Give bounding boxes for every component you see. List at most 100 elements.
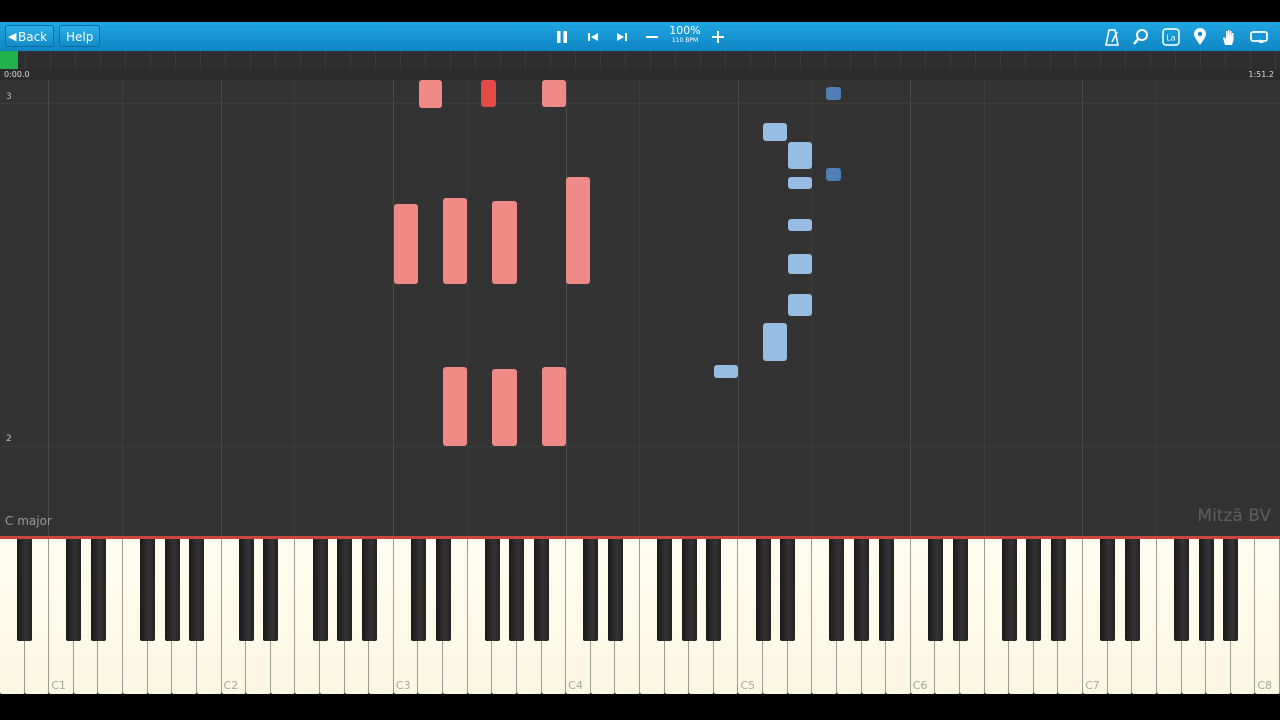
- skip-forward-button[interactable]: [613, 22, 631, 51]
- skip-forward-icon: [617, 32, 627, 41]
- measure-line: [0, 103, 1280, 104]
- octave-gridline: [393, 80, 394, 536]
- zoom-readout: 100% 110 BPM: [668, 25, 702, 45]
- note-left-hand: [788, 142, 812, 169]
- metronome-icon: [1105, 28, 1119, 46]
- octave-label: C8: [1257, 679, 1273, 692]
- help-label: Help: [66, 30, 94, 44]
- octave-label: C6: [912, 679, 928, 692]
- piano-black-key[interactable]: [140, 539, 156, 641]
- octave-gridline: [1082, 80, 1083, 536]
- piano-black-key[interactable]: [1001, 539, 1017, 641]
- piano-black-key[interactable]: [927, 539, 943, 641]
- octave-label: C1: [51, 679, 66, 692]
- watermark-text: Mitză BV: [1197, 506, 1271, 526]
- loop-icon: [1250, 30, 1268, 43]
- piano-black-key[interactable]: [1026, 539, 1042, 641]
- piano-black-key[interactable]: [681, 539, 697, 641]
- piano-black-key[interactable]: [706, 539, 722, 641]
- piano-black-key[interactable]: [1124, 539, 1140, 641]
- piano-black-key[interactable]: [1198, 539, 1214, 641]
- octave-label: C5: [740, 679, 756, 692]
- zoom-in-button[interactable]: [709, 22, 727, 51]
- back-label: Back: [18, 30, 48, 44]
- piano-keyboard[interactable]: C1 C2 C3 C4 C5 C6 C7 C8: [0, 536, 1280, 694]
- octave-gridline: [221, 80, 222, 536]
- piano-black-key[interactable]: [829, 539, 845, 641]
- gridline: [294, 80, 295, 536]
- note-right-hand: [481, 80, 496, 107]
- piano-black-key[interactable]: [657, 539, 673, 641]
- back-button[interactable]: ◀ Back: [5, 25, 55, 47]
- piano-black-key[interactable]: [337, 539, 353, 641]
- piano-black-key[interactable]: [17, 539, 33, 641]
- piano-white-key[interactable]: C8: [1255, 539, 1280, 694]
- piano-black-key[interactable]: [164, 539, 180, 641]
- piano-black-key[interactable]: [90, 539, 106, 641]
- note-left-hand: [826, 87, 841, 100]
- timeline-ruler: [0, 51, 1280, 69]
- piano-black-key[interactable]: [952, 539, 968, 641]
- help-button[interactable]: Help: [59, 25, 101, 47]
- piano-black-key[interactable]: [238, 539, 254, 641]
- search-button[interactable]: [1131, 22, 1151, 51]
- key-signature-label: C major: [5, 514, 52, 528]
- note-left-hand: [788, 177, 812, 189]
- piano-black-key[interactable]: [509, 539, 525, 641]
- loop-button[interactable]: [1248, 22, 1270, 51]
- pause-button[interactable]: [552, 22, 572, 51]
- octave-gridline: [566, 80, 567, 536]
- piano-black-key[interactable]: [1100, 539, 1116, 641]
- gridline: [467, 80, 468, 536]
- octave-label: C2: [223, 679, 239, 692]
- timeline-scrubber[interactable]: 0:00.0 1:51.2: [0, 51, 1280, 80]
- piano-black-key[interactable]: [263, 539, 279, 641]
- note-labels-button[interactable]: La: [1161, 22, 1181, 51]
- skip-back-button[interactable]: [584, 22, 602, 51]
- piano-black-key[interactable]: [312, 539, 328, 641]
- piano-black-key[interactable]: [534, 539, 550, 641]
- piano-black-key[interactable]: [410, 539, 426, 641]
- piano-black-key[interactable]: [780, 539, 796, 641]
- note-label-icon: La: [1162, 27, 1180, 46]
- piano-black-key[interactable]: [66, 539, 82, 641]
- octave-label: C3: [395, 679, 411, 692]
- pause-icon: [557, 30, 567, 43]
- gridline: [984, 80, 985, 536]
- piano-black-key[interactable]: [435, 539, 451, 641]
- octave-label: C7: [1085, 679, 1100, 692]
- toolbar: ◀ Back Help 100% 110 BPM La: [0, 22, 1280, 51]
- marker-button[interactable]: [1191, 22, 1209, 51]
- piano-black-key[interactable]: [1174, 539, 1190, 641]
- piano-black-key[interactable]: [361, 539, 377, 641]
- minus-icon: [646, 35, 658, 38]
- piano-black-key[interactable]: [484, 539, 500, 641]
- hand-button[interactable]: [1219, 22, 1239, 51]
- octave-label: C4: [568, 679, 583, 692]
- falling-notes-area: 3 2 C major Mitză BV: [0, 80, 1280, 536]
- total-time: 1:51.2: [1248, 70, 1274, 79]
- piano-black-key[interactable]: [878, 539, 894, 641]
- piano-black-key[interactable]: [854, 539, 870, 641]
- svg-text:La: La: [1166, 33, 1175, 42]
- piano-black-key[interactable]: [1050, 539, 1066, 641]
- gridline: [639, 80, 640, 536]
- piano-black-key[interactable]: [607, 539, 623, 641]
- piano-black-key[interactable]: [583, 539, 599, 641]
- note-left-hand: [788, 219, 812, 231]
- piano-black-key[interactable]: [189, 539, 205, 641]
- gridline: [122, 80, 123, 536]
- piano-black-key[interactable]: [755, 539, 771, 641]
- measure-line: [0, 446, 1280, 447]
- piano-black-key[interactable]: [1223, 539, 1239, 641]
- measure-number: 3: [6, 92, 12, 102]
- zoom-out-button[interactable]: [643, 22, 661, 51]
- note-right-hand: [394, 204, 418, 284]
- chevron-left-icon: ◀: [8, 30, 17, 43]
- note-left-hand: [826, 168, 841, 181]
- zoom-percent: 100%: [669, 24, 701, 37]
- metronome-button[interactable]: [1103, 22, 1121, 51]
- plus-icon: [712, 30, 724, 43]
- octave-gridline: [48, 80, 49, 536]
- hand-icon: [1223, 29, 1234, 45]
